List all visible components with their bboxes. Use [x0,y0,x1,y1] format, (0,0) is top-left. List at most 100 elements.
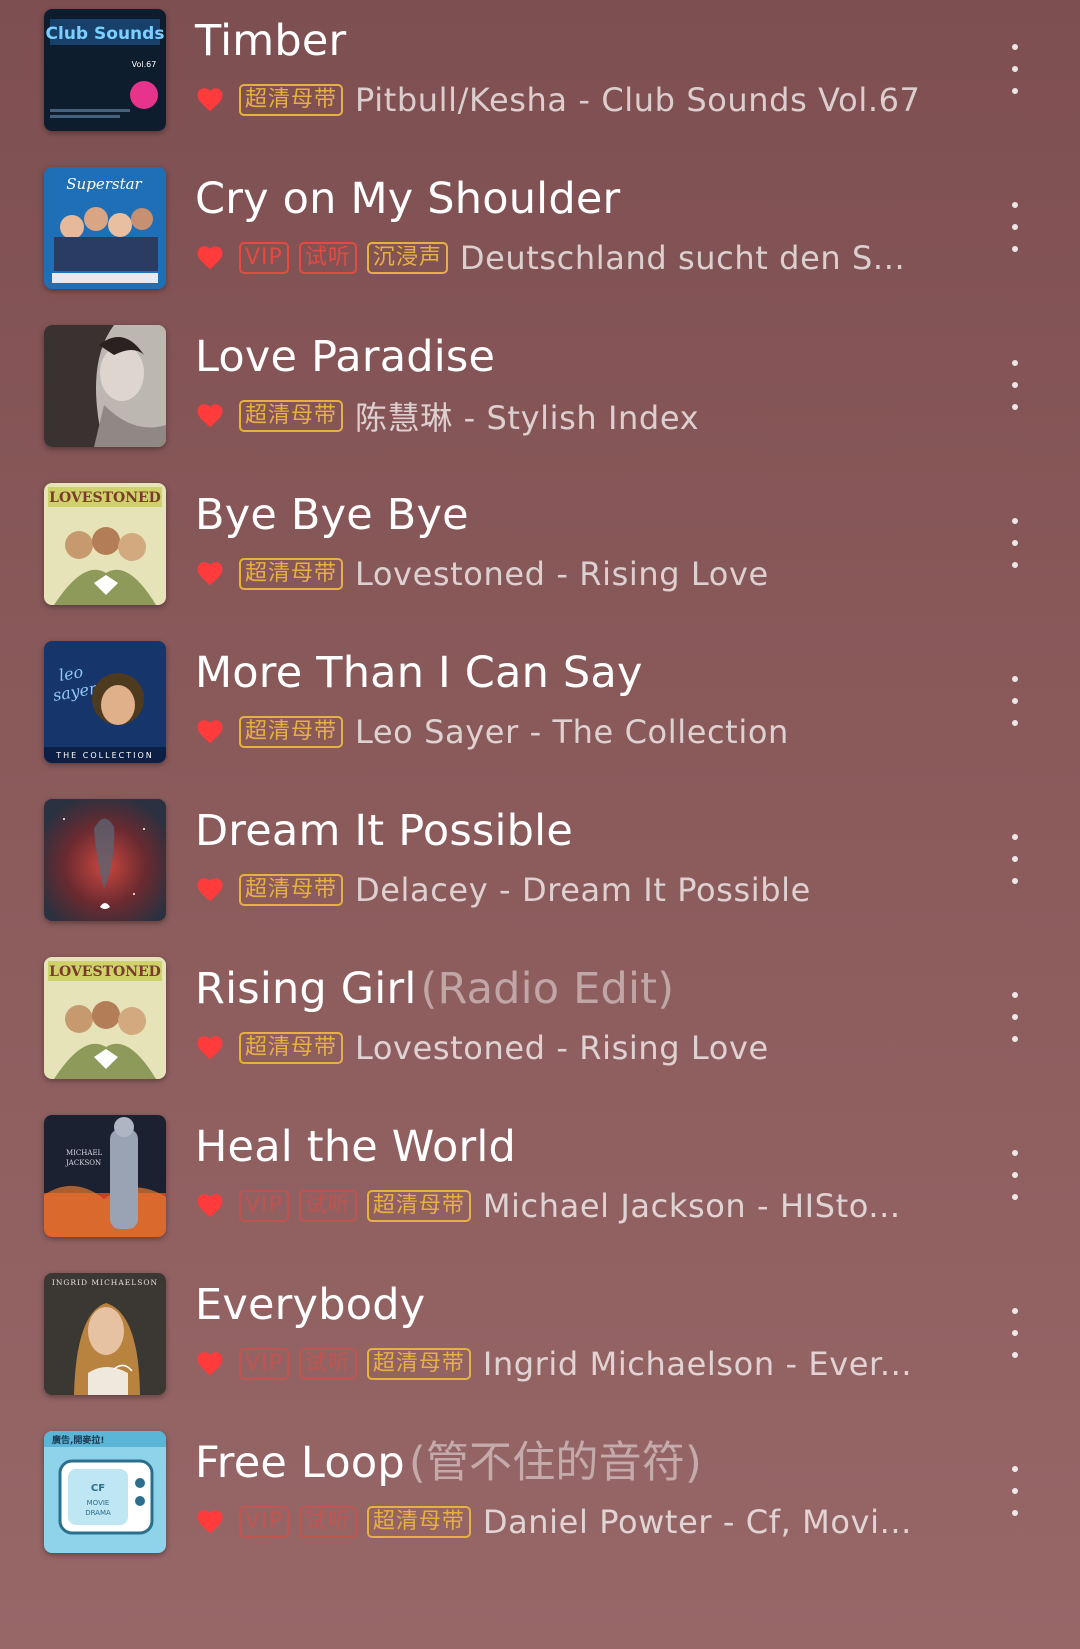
song-subtitle: (Radio Edit) [420,964,675,1014]
song-title: Love Paradise [195,330,495,384]
song-title-text: Free Loop [195,1438,405,1488]
song-row[interactable]: MICHAEL JACKSON Heal the World VIP 试听 超清母带… [0,1106,1080,1272]
svg-text:INGRID MICHAELSON: INGRID MICHAELSON [52,1278,158,1287]
heart-icon[interactable] [195,875,225,905]
song-title: Bye Bye Bye [195,488,469,542]
heart-icon[interactable] [195,1349,225,1379]
song-meta: 超清母带 Lovestoned - Rising Love [195,1028,769,1068]
quality-badge: VIP [239,242,289,274]
artist-album: Deutschland sucht den S... [459,239,906,277]
song-row[interactable]: LOVESTONED Rising Girl(Radio Edit) 超清母带 … [0,948,1080,1114]
history-cover[interactable]: MICHAEL JACKSON [44,1115,166,1237]
superstar-cover[interactable]: Superstar [44,167,166,289]
quality-badge: VIP [239,1506,289,1538]
heart-icon[interactable] [195,401,225,431]
quality-badge: 超清母带 [366,1190,471,1222]
heart-icon[interactable] [195,1507,225,1537]
more-options-icon[interactable] [1000,44,1030,94]
more-options-icon[interactable] [1000,1308,1030,1358]
heart-icon[interactable] [195,717,225,747]
song-meta: 超清母带 Lovestoned - Rising Love [195,554,769,594]
song-meta: 超清母带 Delacey - Dream It Possible [195,870,811,910]
song-title: Free Loop(管不住的音符) [195,1436,702,1490]
song-title-text: Cry on My Shoulder [195,174,621,224]
song-title-text: Everybody [195,1280,426,1330]
song-title-text: Bye Bye Bye [195,490,469,540]
song-title-text: More Than I Can Say [195,648,643,698]
heart-icon[interactable] [195,85,225,115]
svg-text:廣告,開麥拉!: 廣告,開麥拉! [52,1434,105,1446]
quality-badge: 超清母带 [239,400,344,432]
svg-text:LOVESTONED: LOVESTONED [49,964,161,980]
quality-badge: 超清母带 [239,558,344,590]
more-options-icon[interactable] [1000,1150,1030,1200]
heart-icon[interactable] [195,1191,225,1221]
ingrid-cover[interactable]: INGRID MICHAELSON [44,1273,166,1395]
song-title-text: Timber [195,16,347,66]
song-meta: 超清母带 陈慧琳 - Stylish Index [195,396,700,437]
svg-text:THE COLLECTION: THE COLLECTION [55,751,153,760]
quality-badge: 试听 [298,1190,357,1222]
song-row[interactable]: LOVESTONED Bye Bye Bye 超清母带 Lovestoned -… [0,474,1080,640]
song-title: Rising Girl(Radio Edit) [195,962,674,1016]
club-sounds-cover[interactable]: Club Sounds Vol.67 [44,9,166,131]
song-row[interactable]: Club Sounds Vol.67 Timber 超清母带 Pitbull/K… [0,0,1080,166]
svg-text:Superstar: Superstar [66,175,142,193]
quality-badge: 超清母带 [239,84,344,116]
svg-text:DRAMA: DRAMA [85,1509,111,1517]
song-title-text: Dream It Possible [195,806,573,856]
nebula-cover[interactable] [44,799,166,921]
song-meta: VIP 试听 超清母带 Ingrid Michaelson - Ever... [195,1344,912,1384]
more-options-icon[interactable] [1000,518,1030,568]
song-title-text: Heal the World [195,1122,517,1172]
song-subtitle: (管不住的音符) [408,1438,702,1488]
song-row[interactable]: Love Paradise 超清母带 陈慧琳 - Stylish Index [0,316,1080,482]
artist-album: Lovestoned - Rising Love [355,555,769,593]
song-row[interactable]: Superstar Cry on My Shoulder VIP 试听 沉浸声 De… [0,158,1080,324]
song-title: Timber [195,14,346,68]
song-meta: VIP 试听 超清母带 Michael Jackson - HISto... [195,1186,901,1226]
quality-badge: 超清母带 [239,1032,344,1064]
song-meta: 超清母带 Pitbull/Kesha - Club Sounds Vol.67 [195,80,921,120]
artist-album: Michael Jackson - HISto... [482,1187,901,1225]
song-row[interactable]: leo sayer THE COLLECTION More Than I Can… [0,632,1080,798]
more-options-icon[interactable] [1000,676,1030,726]
cf-movie-cover[interactable]: 廣告,開麥拉! CF MOVIE DRAMA [44,1431,166,1553]
quality-badge: 超清母带 [239,716,344,748]
heart-icon[interactable] [195,243,225,273]
more-options-icon[interactable] [1000,360,1030,410]
lovestoned-cover[interactable]: LOVESTONED [44,483,166,605]
more-options-icon[interactable] [1000,202,1030,252]
heart-icon[interactable] [195,1033,225,1063]
song-row[interactable]: 廣告,開麥拉! CF MOVIE DRAMA Free Loop(管不住的音符)… [0,1422,1080,1588]
song-title: Everybody [195,1278,425,1332]
quality-badge: 试听 [298,1348,357,1380]
svg-text:Club Sounds: Club Sounds [46,24,165,44]
svg-text:JACKSON: JACKSON [65,1159,101,1167]
quality-badge: 试听 [298,242,357,274]
artist-album: Daniel Powter - Cf, Movi... [482,1503,912,1541]
song-row[interactable]: Dream It Possible 超清母带 Delacey - Dream I… [0,790,1080,956]
artist-album: Delacey - Dream It Possible [355,871,811,909]
heart-icon[interactable] [195,559,225,589]
artist-album: Ingrid Michaelson - Ever... [482,1345,913,1383]
song-list: Club Sounds Vol.67 Timber 超清母带 Pitbull/K… [0,0,1080,1649]
quality-badge: 超清母带 [366,1506,471,1538]
quality-badge: 超清母带 [366,1348,471,1380]
song-row[interactable]: INGRID MICHAELSON Everybody VIP 试听 超清母带 In… [0,1264,1080,1430]
artist-album: Lovestoned - Rising Love [355,1029,769,1067]
artist-album: 陈慧琳 - Stylish Index [355,399,700,437]
song-title: More Than I Can Say [195,646,643,700]
leo-sayer-cover[interactable]: leo sayer THE COLLECTION [44,641,166,763]
svg-text:MICHAEL: MICHAEL [66,1149,103,1157]
svg-text:MOVIE: MOVIE [87,1499,110,1507]
svg-text:LOVESTONED: LOVESTONED [49,490,161,506]
song-title-text: Rising Girl [195,964,417,1014]
lovestoned-cover[interactable]: LOVESTONED [44,957,166,1079]
quality-badge: 超清母带 [239,874,344,906]
more-options-icon[interactable] [1000,992,1030,1042]
portrait-cover[interactable] [44,325,166,447]
more-options-icon[interactable] [1000,834,1030,884]
more-options-icon[interactable] [1000,1466,1030,1516]
quality-badge: 试听 [298,1506,357,1538]
